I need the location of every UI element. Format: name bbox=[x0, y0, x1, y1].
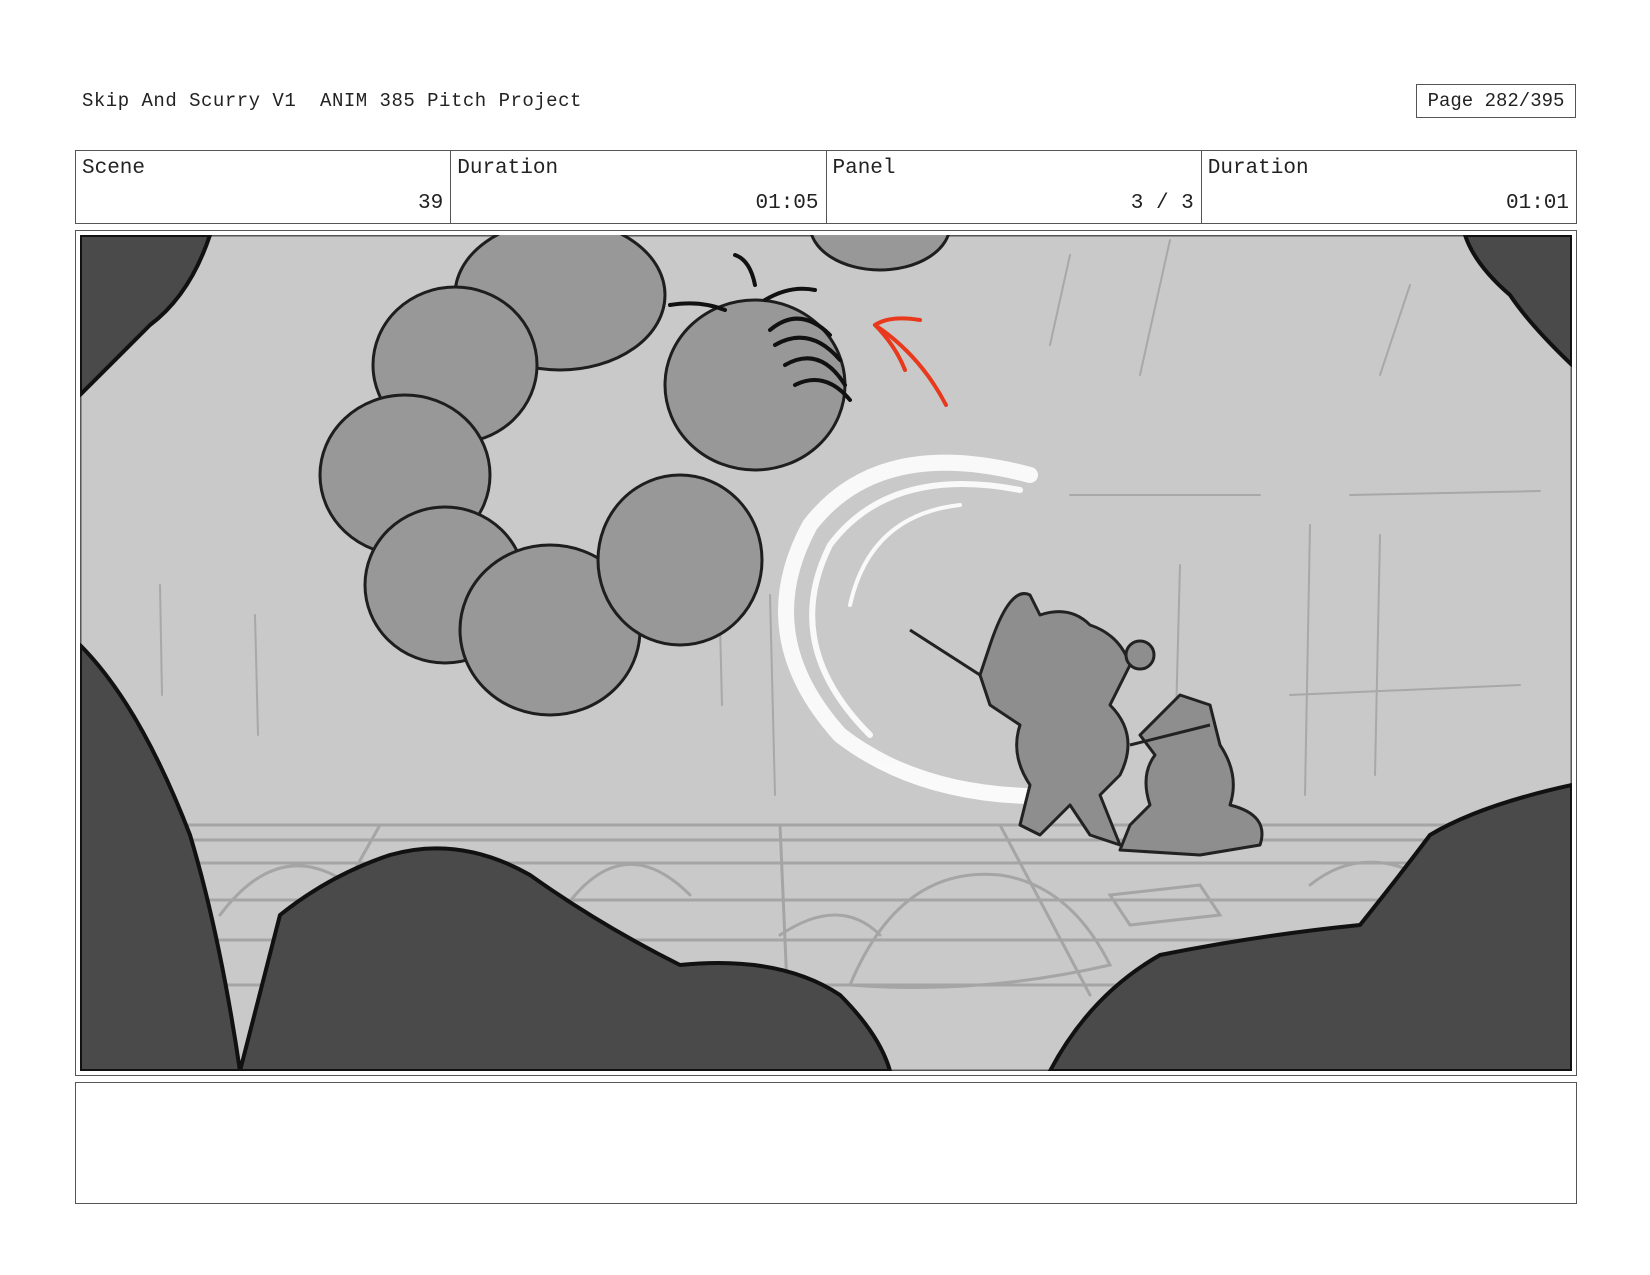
scene-duration-cell: Duration 01:05 bbox=[451, 151, 827, 223]
storyboard-drawing bbox=[80, 235, 1572, 1071]
panel-cell: Panel 3 / 3 bbox=[827, 151, 1202, 223]
panel-value: 3 / 3 bbox=[1130, 192, 1194, 215]
scene-duration-label: Duration bbox=[457, 157, 559, 180]
scene-value: 39 bbox=[418, 192, 444, 215]
document-title: Skip And Scurry V1 ANIM 385 Pitch Projec… bbox=[82, 90, 582, 112]
panel-duration-cell: Duration 01:01 bbox=[1202, 151, 1576, 223]
scene-label: Scene bbox=[82, 157, 146, 180]
panel-duration-value: 01:01 bbox=[1505, 192, 1569, 215]
storyboard-frame bbox=[75, 230, 1577, 1076]
scene-cell: Scene 39 bbox=[76, 151, 452, 223]
scene-duration-value: 01:05 bbox=[755, 192, 819, 215]
panel-notes bbox=[75, 1082, 1577, 1204]
page-number: Page 282/395 bbox=[1416, 84, 1576, 118]
panel-duration-label: Duration bbox=[1207, 157, 1309, 180]
scene-info-row: Scene 39 Duration 01:05 Panel 3 / 3 Dura… bbox=[75, 150, 1577, 224]
panel-label: Panel bbox=[832, 157, 896, 180]
